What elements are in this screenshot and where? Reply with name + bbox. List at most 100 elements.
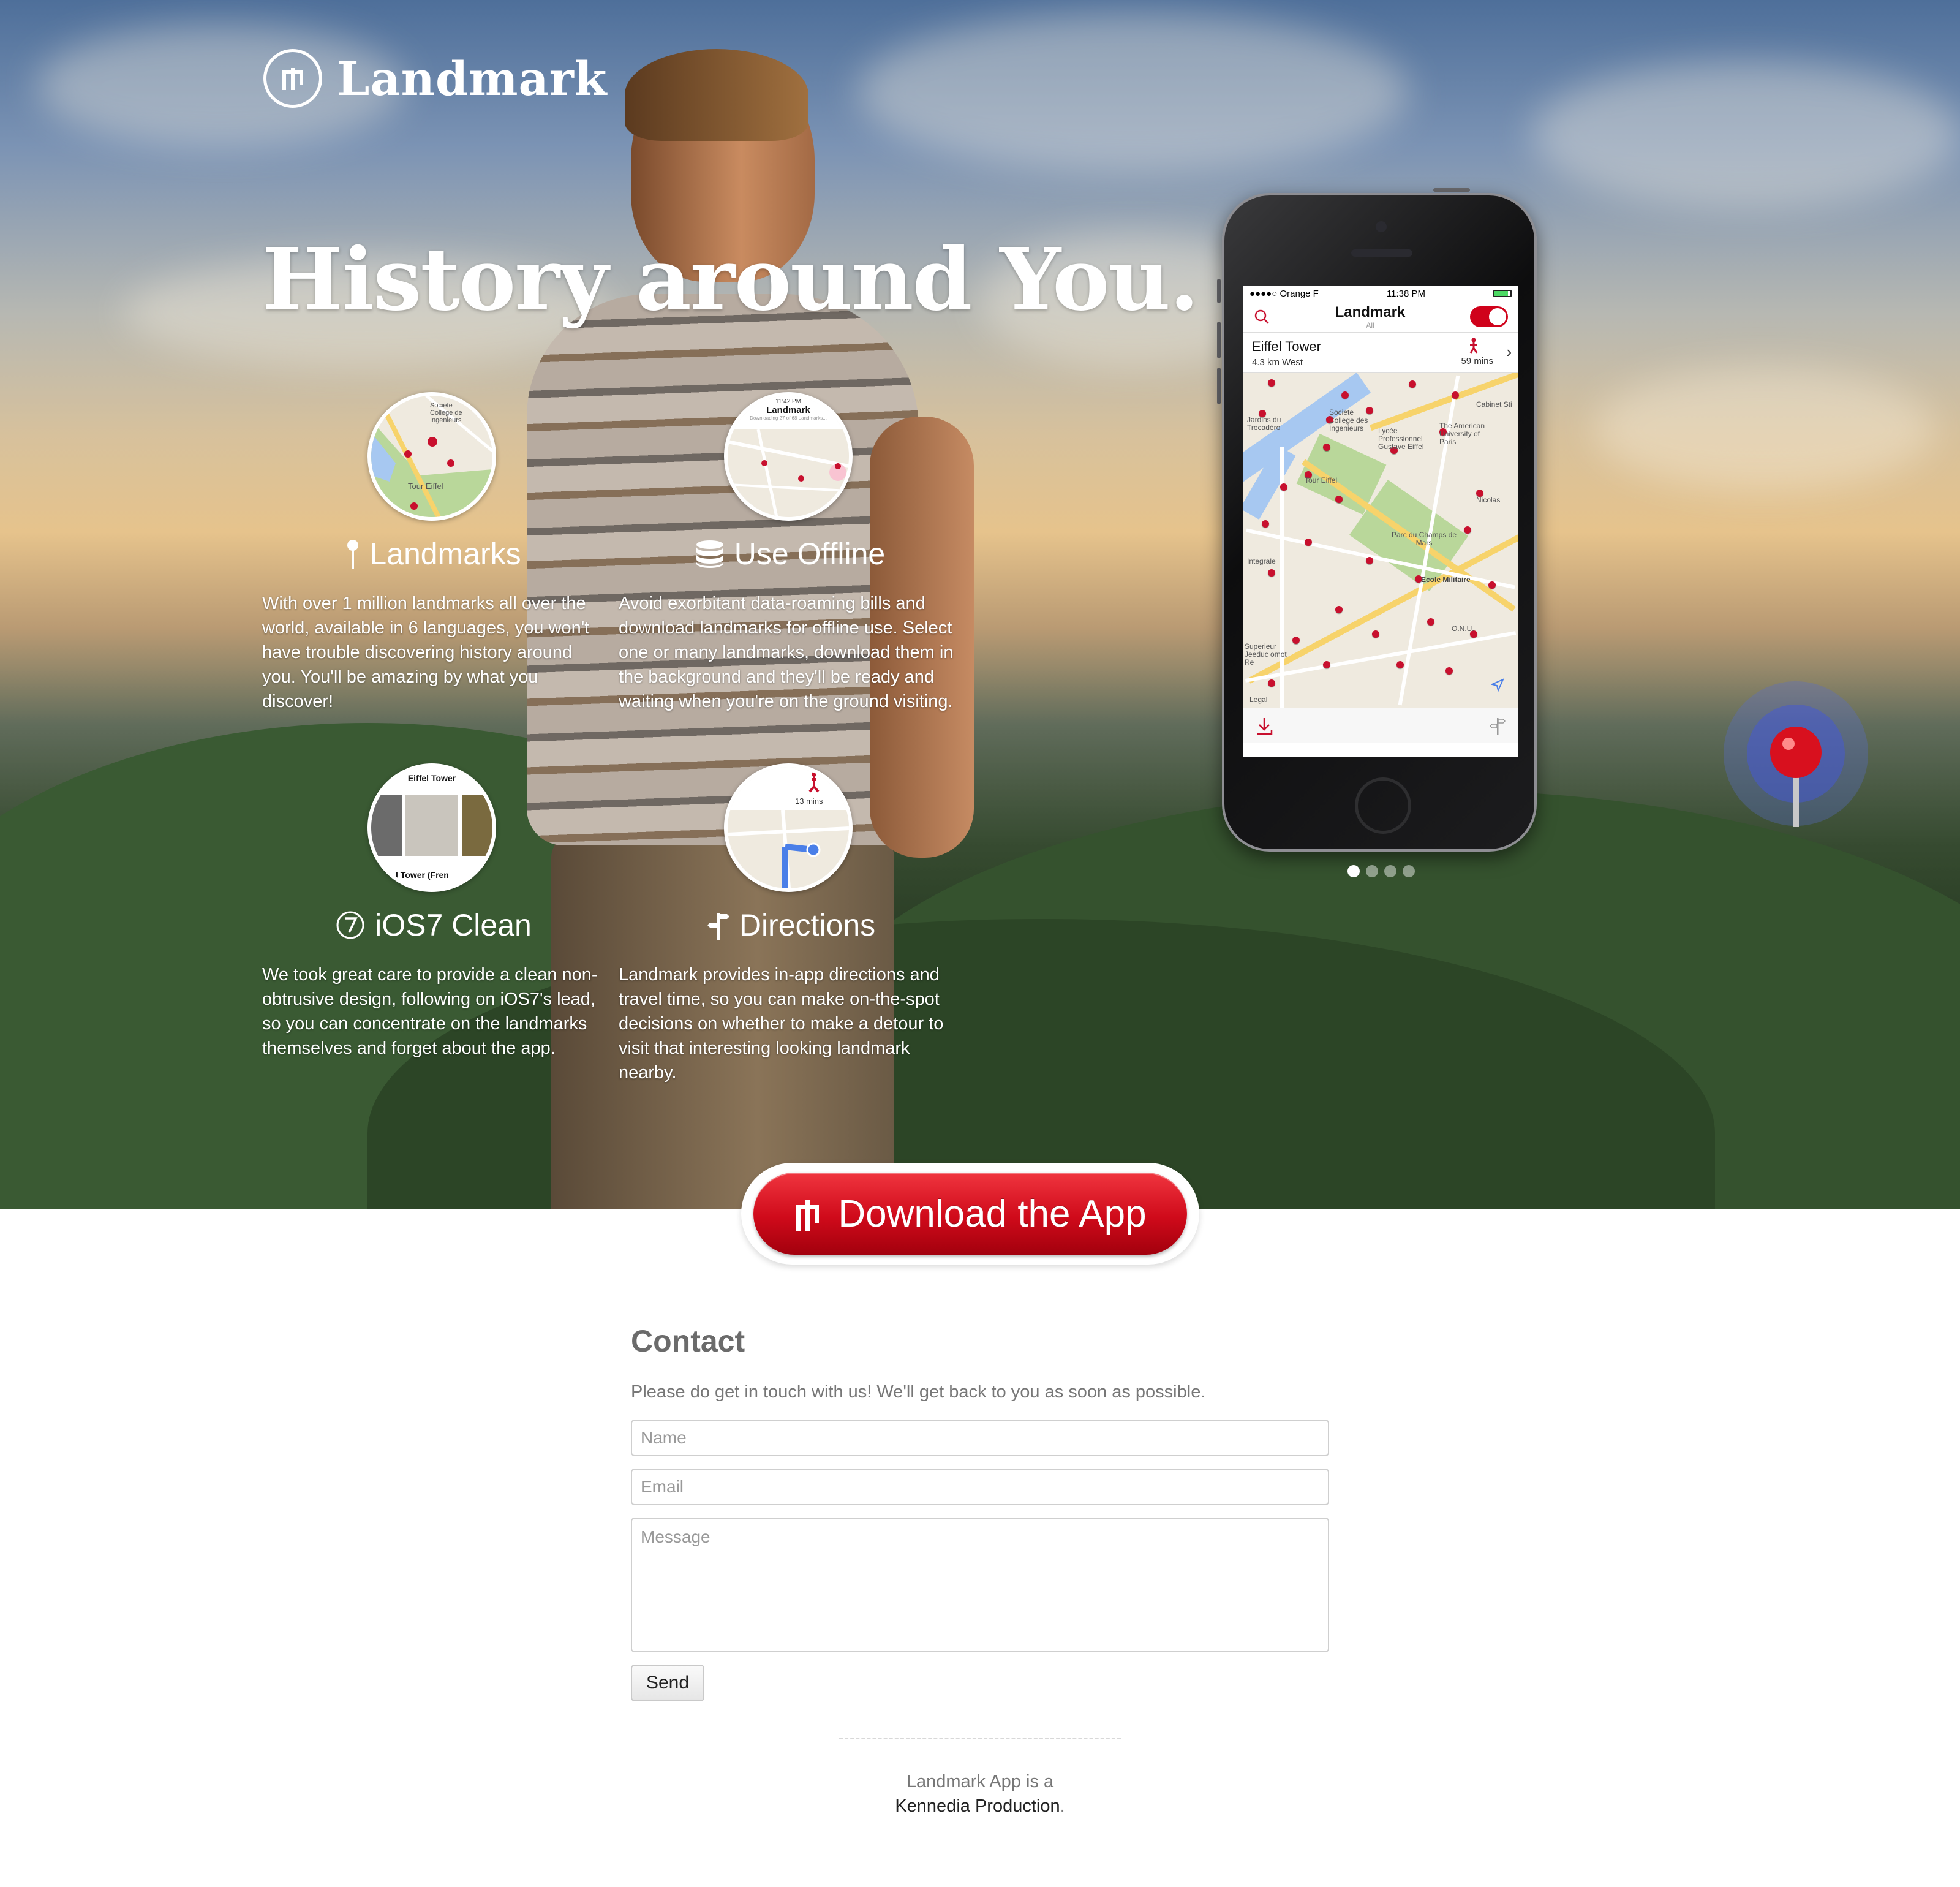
map-label: Societe College des Ingenieurs (1329, 408, 1368, 433)
feature-use-offline: 11:42 PM Landmark Downloading 27 of 68 L… (619, 392, 962, 723)
send-button[interactable]: Send (631, 1665, 704, 1701)
footer: Landmark App is a Kennedia Production. (796, 1769, 1164, 1818)
feature-title: iOS7 Clean (262, 907, 605, 943)
map-label: The American University of Paris (1439, 422, 1485, 446)
landmark-logo-icon (263, 49, 322, 108)
feature-title: Use Offline (619, 536, 962, 572)
landmark-logo-icon (796, 1200, 820, 1231)
map-label: Ecole Militaire (1421, 575, 1471, 584)
map-label: Tour Eiffel (1305, 476, 1338, 485)
thumb-title: Eiffel Tower (407, 773, 456, 783)
map-label: Superieur Jeeduc omot Re (1245, 642, 1287, 667)
feature-title-text: Use Offline (734, 537, 886, 571)
chevron-right-icon: › (1506, 342, 1512, 361)
contact-section: Contact Please do get in touch with us! … (631, 1323, 1329, 1701)
phone-side-button (1433, 188, 1470, 192)
map-label: O.N.U. (1452, 624, 1474, 633)
feature-title-text: Directions (739, 908, 876, 942)
carousel-dot[interactable] (1348, 865, 1360, 877)
feature-title-text: Landmarks (369, 537, 521, 571)
map-label: Jardins du Trocadéro (1247, 415, 1281, 432)
thumb-map-label: Tour Eiffel (408, 482, 443, 491)
phone-speaker (1351, 249, 1412, 257)
search-icon[interactable] (1253, 308, 1270, 325)
feature-ios7-clean: Eiffel Tower l Tower (Fren iOS7 Clean We… (262, 763, 605, 1082)
walking-icon (1469, 338, 1478, 354)
carrier-label: ●●●●○ Orange F (1250, 288, 1319, 299)
footer-text: Landmark App is a (906, 1772, 1054, 1791)
feature-directions: 13 mins Directions Landmark provides in-… (619, 763, 962, 1094)
map-label: Nicolas (1476, 496, 1501, 504)
phone-mockup: ●●●●○ Orange F 11:38 PM Landmark All Eif… (1222, 193, 1537, 852)
thumb-subtitle: Downloading 27 of 68 Landmarks... (750, 415, 827, 421)
thumb-time: 13 mins (795, 796, 823, 806)
phone-side-button (1217, 368, 1221, 404)
download-button-label: Download the App (838, 1192, 1147, 1235)
map-label: Lycée Professionnel Gustave Eiffel (1378, 426, 1424, 451)
download-button-frame: Download the App (741, 1163, 1199, 1265)
carousel-dot[interactable] (1403, 865, 1415, 877)
signpost-icon[interactable] (1490, 717, 1506, 735)
map-label: Integrale (1247, 557, 1276, 565)
cloud (1531, 61, 1960, 208)
app-subtitle: All (1366, 320, 1374, 330)
footer-suffix: . (1060, 1796, 1065, 1816)
map-label: Cabinet Sti (1476, 400, 1512, 409)
location-arrow-icon[interactable] (1491, 678, 1504, 692)
kennedia-link[interactable]: Kennedia Production (895, 1796, 1060, 1816)
download-icon[interactable] (1256, 717, 1273, 735)
thumb-title: Landmark (766, 405, 810, 415)
poi-row[interactable]: Eiffel Tower 4.3 km West 59 mins › (1243, 333, 1518, 373)
map-label: Parc du Champs de Mars (1391, 531, 1457, 547)
hero-headline: History around You. (262, 230, 1199, 330)
message-field[interactable] (631, 1518, 1329, 1652)
map-pin-icon (1724, 681, 1868, 827)
download-app-button[interactable]: Download the App (753, 1173, 1187, 1255)
feature-title: Landmarks (262, 536, 605, 572)
phone-camera (1376, 221, 1387, 232)
thumb-time: 11:42 PM (775, 398, 802, 405)
feature-description: Avoid exorbitant data-roaming bills and … (619, 594, 954, 711)
feature-description: We took great care to provide a clean no… (262, 965, 598, 1058)
status-time: 11:38 PM (1386, 288, 1425, 299)
phone-map[interactable]: Jardins du Trocadéro Societe College des… (1243, 373, 1518, 708)
footer-divider (839, 1738, 1121, 1739)
map-label: Legal (1250, 695, 1268, 704)
contact-heading: Contact (631, 1324, 745, 1358)
phone-side-button (1217, 322, 1221, 358)
carousel-dot[interactable] (1384, 865, 1396, 877)
thumb-caption: l Tower (Fren (396, 870, 449, 880)
phone-side-button (1217, 279, 1221, 303)
cloud (1593, 368, 1936, 490)
status-bar: ●●●●○ Orange F 11:38 PM (1243, 286, 1518, 301)
feature-title-text: iOS7 Clean (375, 908, 532, 942)
feature-landmarks: Societe College de Ingenieurs Tour Eiffe… (262, 392, 605, 723)
feature-title: Directions (619, 907, 962, 943)
site-logo[interactable]: Landmark (263, 49, 607, 108)
email-field[interactable] (631, 1469, 1329, 1505)
feature-description: Landmark provides in-app directions and … (619, 965, 944, 1083)
filter-toggle[interactable] (1469, 306, 1508, 327)
directions-thumbnail: 13 mins (724, 763, 853, 892)
logo-text: Landmark (337, 51, 608, 106)
offline-thumbnail: 11:42 PM Landmark Downloading 27 of 68 L… (724, 392, 853, 521)
carousel-dots (1348, 865, 1415, 877)
database-icon (696, 540, 723, 568)
app-navbar: Landmark All (1243, 301, 1518, 333)
seven-circle-icon (336, 911, 364, 939)
app-title: Landmark (1335, 303, 1406, 320)
ios7-clean-thumbnail: Eiffel Tower l Tower (Fren (368, 763, 496, 892)
battery-icon (1493, 290, 1512, 297)
poi-time: 59 mins (1461, 356, 1493, 366)
tab-bar (1243, 708, 1518, 743)
contact-intro: Please do get in touch with us! We'll ge… (631, 1382, 1206, 1402)
feature-description: With over 1 million landmarks all over t… (262, 594, 590, 711)
phone-screen: ●●●●○ Orange F 11:38 PM Landmark All Eif… (1243, 286, 1518, 757)
carousel-dot[interactable] (1366, 865, 1378, 877)
pin-icon (347, 540, 359, 569)
phone-home-button (1355, 777, 1411, 834)
thumb-map-label: Societe College de Ingenieurs (430, 402, 462, 424)
name-field[interactable] (631, 1420, 1329, 1456)
landmarks-map-thumbnail: Societe College de Ingenieurs Tour Eiffe… (368, 392, 496, 521)
signpost-icon (707, 913, 729, 940)
